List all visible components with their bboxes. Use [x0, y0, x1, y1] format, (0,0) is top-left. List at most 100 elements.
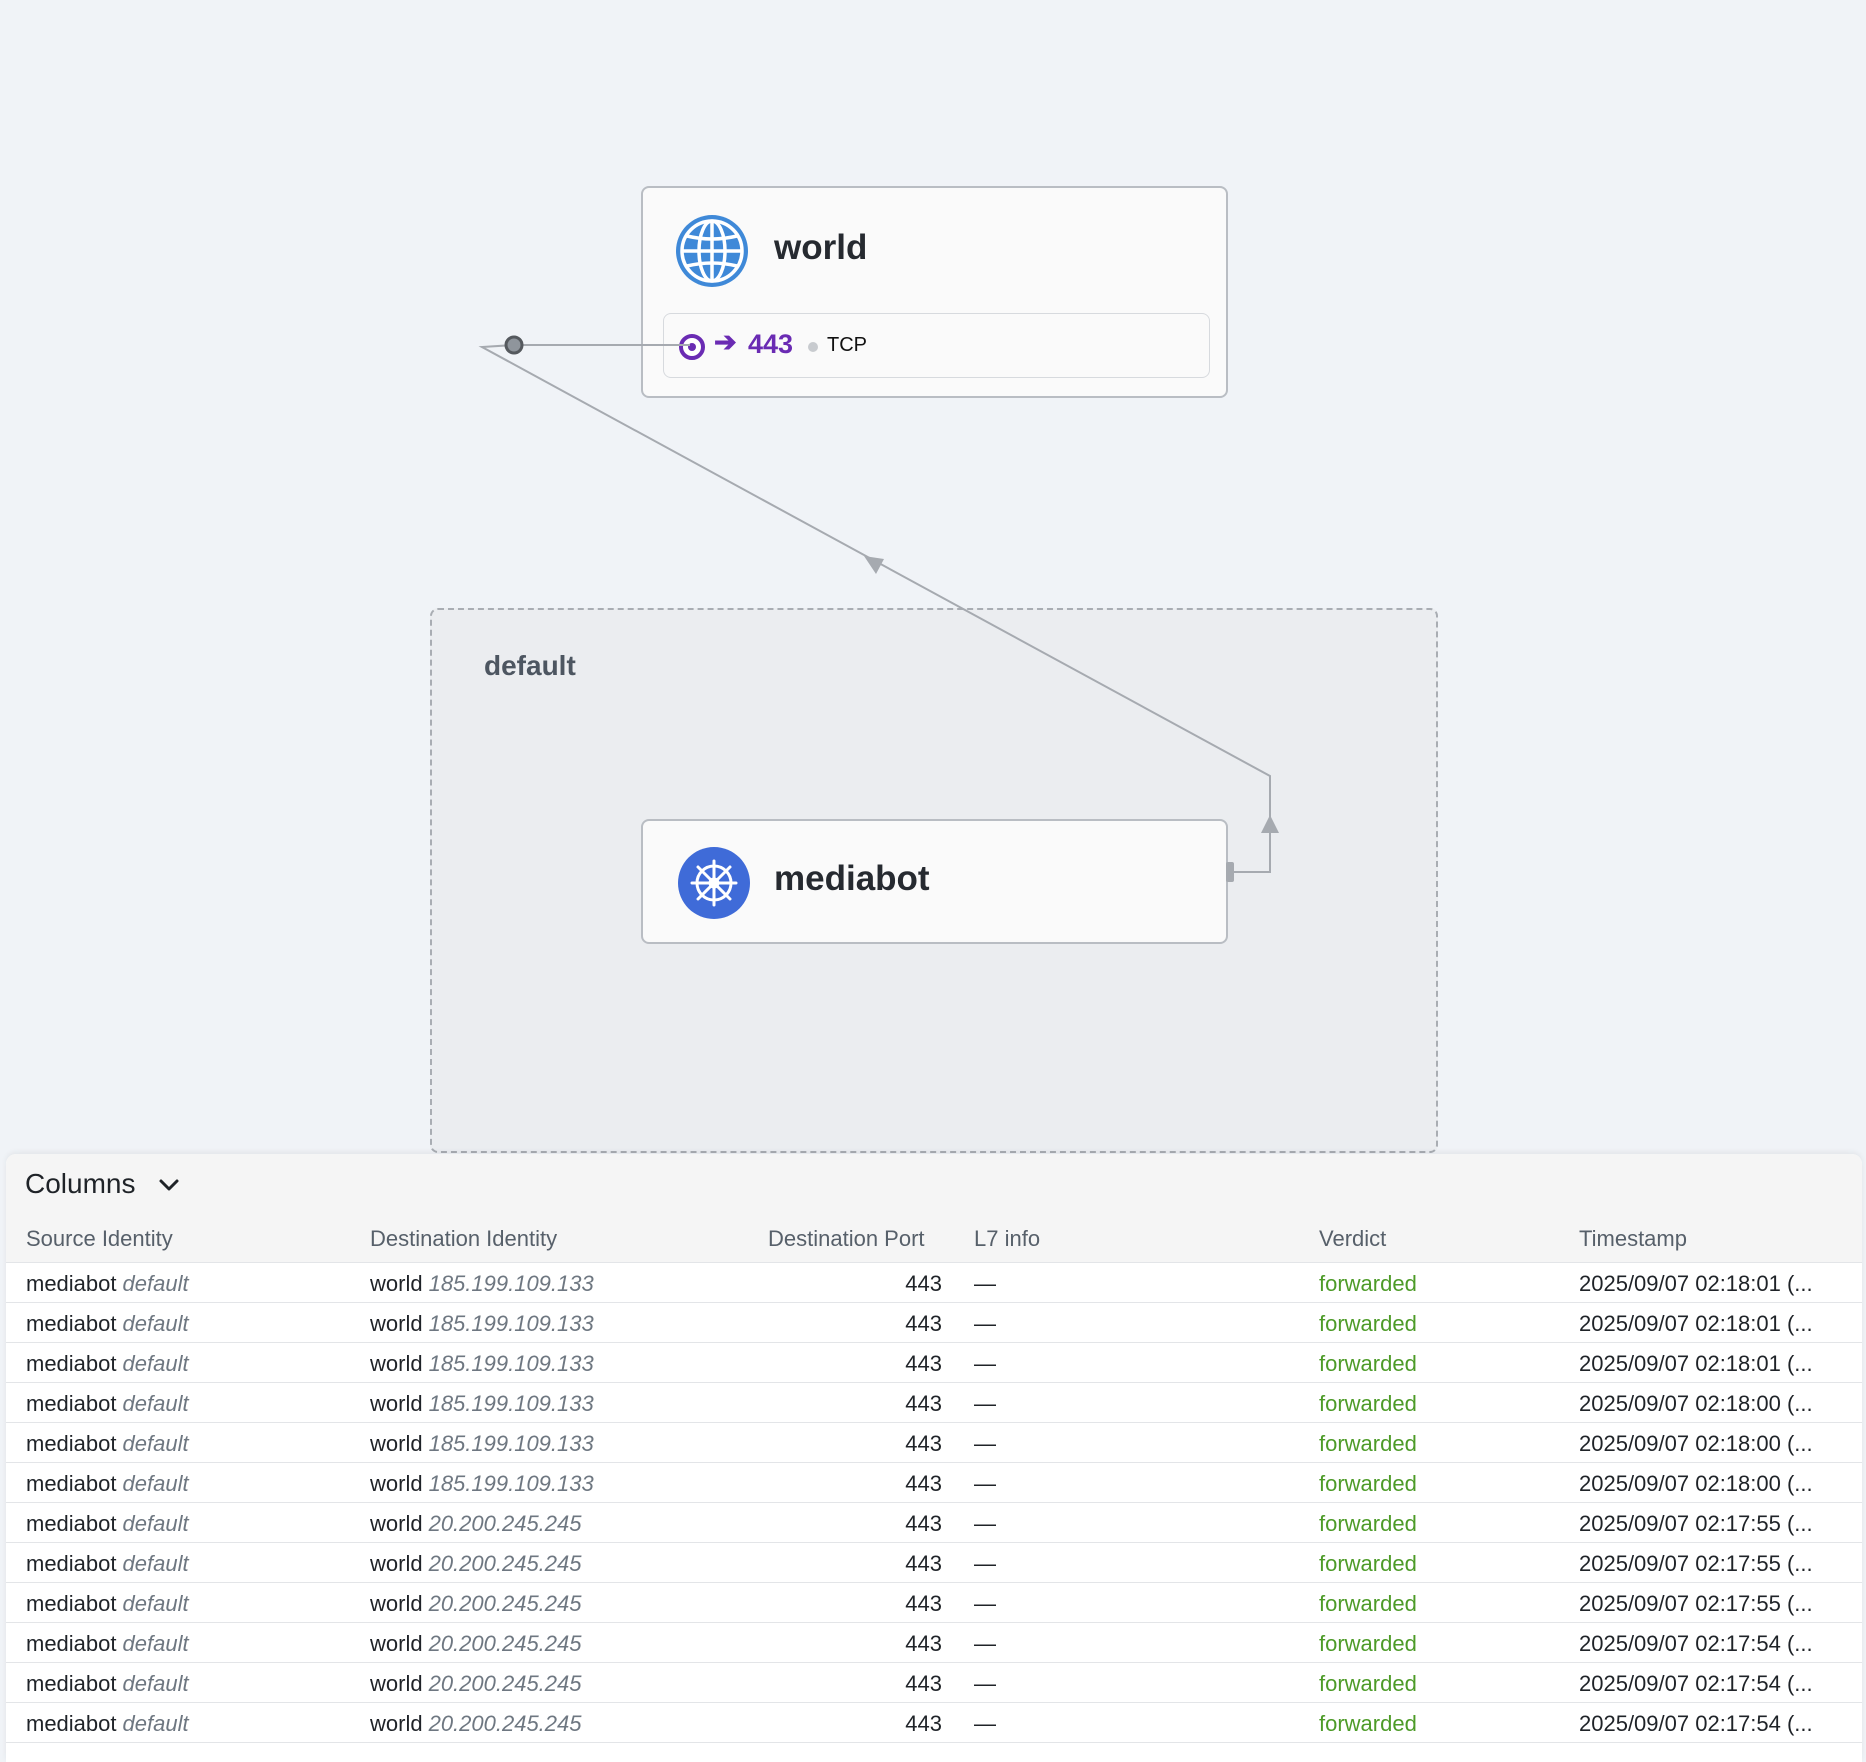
world-node-card[interactable]: world ➔ 443 TCP [641, 186, 1228, 398]
cell-destination: world 185.199.109.133 [370, 1431, 594, 1457]
source-name: mediabot [26, 1351, 117, 1376]
cell-source: mediabot default [26, 1311, 189, 1337]
target-icon [679, 334, 705, 360]
cell-l7-info: — [974, 1471, 996, 1496]
cell-verdict: forwarded [1319, 1631, 1417, 1656]
source-namespace: default [122, 1631, 189, 1656]
cell-l7-info: — [974, 1351, 996, 1376]
cell-destination: world 20.200.245.245 [370, 1591, 582, 1617]
cell-timestamp: 2025/09/07 02:17:54 (... [1579, 1671, 1813, 1696]
destination-name: world [370, 1511, 423, 1536]
source-name: mediabot [26, 1551, 117, 1576]
source-name: mediabot [26, 1631, 117, 1656]
header-source-identity[interactable]: Source Identity [26, 1226, 173, 1252]
header-l7-info[interactable]: L7 info [974, 1226, 1040, 1252]
cell-port: 443 [905, 1511, 942, 1536]
mediabot-node-card[interactable]: mediabot [641, 819, 1228, 944]
edge-port-handle [504, 335, 524, 355]
chevron-down-icon[interactable] [158, 1174, 180, 1196]
cell-l7-info: — [974, 1591, 996, 1616]
table-header: Columns Source Identity Destination Iden… [6, 1154, 1862, 1263]
cell-timestamp: 2025/09/07 02:18:01 (... [1579, 1351, 1813, 1376]
cell-port: 443 [905, 1711, 942, 1736]
kubernetes-icon [678, 847, 750, 919]
service-map-canvas[interactable]: default world ➔ 443 TCP mediabot [0, 0, 1866, 1160]
source-namespace: default [122, 1311, 189, 1336]
source-name: mediabot [26, 1671, 117, 1696]
namespace-label: default [484, 650, 576, 681]
destination-ip: 20.200.245.245 [428, 1511, 582, 1536]
cell-l7-info: — [974, 1431, 996, 1456]
table-row[interactable]: mediabot default world 20.200.245.245 443 — fo… [6, 1503, 1862, 1543]
cell-port: 443 [905, 1271, 942, 1296]
port-number: 443 [748, 329, 794, 359]
cell-destination: world 185.199.109.133 [370, 1471, 594, 1497]
cell-verdict: forwarded [1319, 1671, 1417, 1696]
source-name: mediabot [26, 1431, 117, 1456]
cell-destination: world 20.200.245.245 [370, 1511, 582, 1537]
cell-source: mediabot default [26, 1351, 189, 1377]
destination-name: world [370, 1711, 423, 1736]
table-row[interactable]: mediabot default world 20.200.245.245 443 — fo… [6, 1663, 1862, 1703]
cell-source: mediabot default [26, 1511, 189, 1537]
cell-source: mediabot default [26, 1471, 189, 1497]
table-row[interactable]: mediabot default world 185.199.109.133 443 — f… [6, 1383, 1862, 1423]
source-namespace: default [122, 1591, 189, 1616]
flows-table-body: mediabot default world 185.199.109.133 443— f… [6, 1263, 1862, 1743]
source-name: mediabot [26, 1711, 117, 1736]
cell-destination: world 185.199.109.133 [370, 1311, 594, 1337]
cell-timestamp: 2025/09/07 02:17:54 (... [1579, 1711, 1813, 1736]
destination-ip: 20.200.245.245 [428, 1631, 582, 1656]
source-namespace: default [122, 1511, 189, 1536]
table-row[interactable]: mediabot default world 185.199.109.133 443 — f… [6, 1263, 1862, 1303]
source-namespace: default [122, 1711, 189, 1736]
cell-verdict: forwarded [1319, 1271, 1417, 1296]
cell-port: 443 [905, 1471, 942, 1496]
table-row[interactable]: mediabot default world 20.200.245.245 443 — fo… [6, 1543, 1862, 1583]
table-row[interactable]: mediabot default world 185.199.109.133 443 — f… [6, 1463, 1862, 1503]
cell-verdict: forwarded [1319, 1471, 1417, 1496]
port-protocol: TCP [827, 334, 867, 356]
separator-dot [808, 342, 818, 352]
cell-source: mediabot default [26, 1591, 189, 1617]
destination-ip: 185.199.109.133 [428, 1391, 594, 1416]
table-row[interactable]: mediabot default world 185.199.109.133 443 — f… [6, 1343, 1862, 1383]
cell-timestamp: 2025/09/07 02:17:55 (... [1579, 1591, 1813, 1616]
table-row[interactable]: mediabot default world 20.200.245.245 443 — fo… [6, 1583, 1862, 1623]
cell-verdict: forwarded [1319, 1391, 1417, 1416]
source-namespace: default [122, 1551, 189, 1576]
cell-destination: world 20.200.245.245 [370, 1551, 582, 1577]
cell-verdict: forwarded [1319, 1431, 1417, 1456]
source-name: mediabot [26, 1591, 117, 1616]
source-namespace: default [122, 1671, 189, 1696]
cell-source: mediabot default [26, 1551, 189, 1577]
globe-icon [676, 215, 748, 287]
cell-timestamp: 2025/09/07 02:18:01 (... [1579, 1311, 1813, 1336]
cell-port: 443 [905, 1311, 942, 1336]
table-row[interactable]: mediabot default world 20.200.245.245 443 — fo… [6, 1623, 1862, 1663]
source-namespace: default [122, 1271, 189, 1296]
cell-port: 443 [905, 1351, 942, 1376]
header-destination-port[interactable]: Destination Port [768, 1226, 925, 1252]
table-row[interactable]: mediabot default world 185.199.109.133 443 — f… [6, 1303, 1862, 1343]
header-timestamp[interactable]: Timestamp [1579, 1226, 1687, 1252]
columns-button[interactable]: Columns [25, 1168, 135, 1200]
source-name: mediabot [26, 1311, 117, 1336]
cell-port: 443 [905, 1551, 942, 1576]
cell-destination: world 20.200.245.245 [370, 1631, 582, 1657]
destination-name: world [370, 1551, 423, 1576]
cell-port: 443 [905, 1591, 942, 1616]
cell-destination: world 185.199.109.133 [370, 1391, 594, 1417]
header-verdict[interactable]: Verdict [1319, 1226, 1386, 1252]
source-name: mediabot [26, 1511, 117, 1536]
cell-timestamp: 2025/09/07 02:18:00 (... [1579, 1431, 1813, 1456]
arrow-right-icon: ➔ [714, 327, 737, 357]
header-destination-identity[interactable]: Destination Identity [370, 1226, 557, 1252]
port-row-443[interactable]: ➔ 443 TCP [663, 313, 1210, 378]
cell-l7-info: — [974, 1311, 996, 1336]
cell-source: mediabot default [26, 1671, 189, 1697]
table-row[interactable]: mediabot default world 185.199.109.133 443 — f… [6, 1423, 1862, 1463]
cell-source: mediabot default [26, 1391, 189, 1417]
table-row[interactable]: mediabot default world 20.200.245.245 443 — fo… [6, 1703, 1862, 1743]
destination-ip: 20.200.245.245 [428, 1711, 582, 1736]
